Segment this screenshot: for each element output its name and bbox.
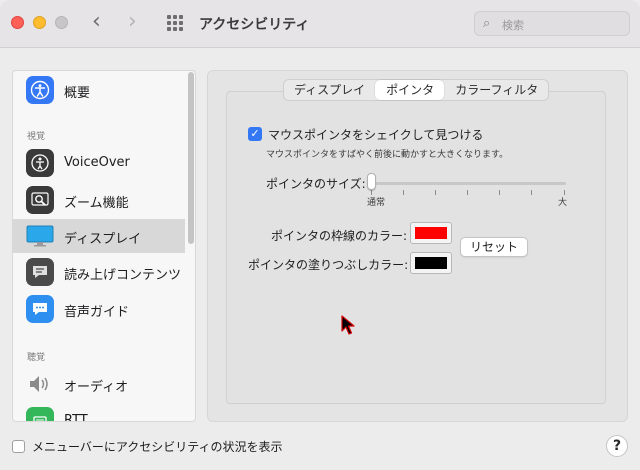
- scrollbar-thumb[interactable]: [188, 72, 194, 244]
- section-header-hearing: 聴覚: [27, 353, 46, 363]
- sidebar-scrollbar[interactable]: [186, 70, 196, 422]
- sidebar-item-audio[interactable]: オーディオ: [13, 367, 185, 401]
- sidebar-item-label: VoiceOver: [64, 155, 130, 170]
- fill-color-label: ポインタの塗りつぶしカラー:: [248, 258, 409, 272]
- slider-tick: [435, 190, 436, 195]
- back-chevron-icon[interactable]: ‹: [92, 11, 101, 33]
- outline-color-label: ポインタの枠線のカラー:: [271, 229, 408, 243]
- tab-pointer[interactable]: ポインタ: [375, 80, 445, 100]
- tab-color-filters[interactable]: カラーフィルタ: [444, 80, 548, 100]
- accessibility-person-icon: [26, 76, 54, 104]
- slider-tick: [531, 190, 532, 195]
- pointer-size-slider-knob[interactable]: [367, 173, 376, 190]
- close-window-button[interactable]: [11, 16, 24, 29]
- sidebar-item-voiceover[interactable]: VoiceOver: [13, 146, 185, 180]
- sidebar-item-display[interactable]: ディスプレイ: [13, 219, 185, 253]
- search-placeholder: 検索: [502, 19, 524, 32]
- sidebar-item-audio-descriptions[interactable]: 音声ガイド: [13, 292, 185, 326]
- search-field[interactable]: ⌕ 検索: [474, 11, 630, 36]
- voiceover-icon: [26, 149, 54, 177]
- slider-max-label: 大: [558, 198, 568, 208]
- sidebar-item-overview[interactable]: 概要: [13, 73, 185, 107]
- section-header-vision: 視覚: [27, 132, 46, 142]
- shake-to-locate-checkbox[interactable]: ✓: [248, 127, 262, 141]
- sidebar-item-label: RTT: [64, 413, 88, 422]
- pointer-size-slider[interactable]: [371, 182, 566, 185]
- tab-bar: ディスプレイ ポインタ カラーフィルタ: [283, 79, 550, 101]
- sidebar-item-label: オーディオ: [64, 380, 129, 395]
- pointer-size-label: ポインタのサイズ:: [266, 177, 366, 191]
- slider-min-label: 通常: [367, 198, 386, 208]
- speech-bubble-icon: [26, 258, 54, 286]
- sidebar-item-spoken-content[interactable]: 読み上げコンテンツ: [13, 255, 185, 289]
- fill-color-well[interactable]: [410, 252, 452, 274]
- shake-to-locate-description: マウスポインタをすばやく前後に動かすと大きくなります。: [266, 150, 509, 160]
- sidebar-item-label: ズーム機能: [64, 196, 129, 211]
- outline-color-fill: [415, 227, 447, 239]
- slider-tick: [499, 190, 500, 195]
- zoom-magnifier-icon: [26, 186, 54, 214]
- sidebar[interactable]: 概要 視覚 VoiceOver ズーム機能 ディスプレイ 読み上げコンテンツ 音…: [12, 70, 196, 422]
- tab-display[interactable]: ディスプレイ: [284, 80, 375, 100]
- zoom-window-button[interactable]: [55, 16, 68, 29]
- slider-tick: [403, 190, 404, 195]
- minimize-window-button[interactable]: [33, 16, 46, 29]
- sidebar-item-label: ディスプレイ: [64, 232, 142, 247]
- sidebar-item-rtt[interactable]: RTT: [13, 404, 185, 422]
- descriptions-bubble-icon: [26, 295, 54, 323]
- shake-to-locate-label: マウスポインタをシェイクして見つける: [268, 128, 484, 142]
- show-in-menubar-checkbox[interactable]: [12, 440, 25, 453]
- show-in-menubar-label: メニューバーにアクセシビリティの状況を表示: [32, 440, 283, 454]
- slider-tick: [467, 190, 468, 195]
- preferences-window: ‹ › アクセシビリティ ⌕ 検索 概要 視覚 VoiceOver ズーム機能 …: [0, 0, 640, 470]
- search-icon: ⌕: [483, 16, 491, 31]
- window-title: アクセシビリティ: [199, 17, 310, 33]
- rtt-phone-icon: [26, 407, 54, 421]
- titlebar: ‹ › アクセシビリティ ⌕ 検索: [0, 0, 640, 48]
- sidebar-item-label: 音声ガイド: [64, 305, 130, 320]
- reset-button[interactable]: リセット: [460, 237, 528, 257]
- fill-color-fill: [415, 257, 447, 269]
- show-all-grid-icon[interactable]: [167, 15, 183, 31]
- sidebar-item-label: 概要: [64, 86, 91, 101]
- forward-chevron-icon[interactable]: ›: [128, 11, 137, 33]
- speaker-icon: [26, 370, 54, 398]
- outline-color-well[interactable]: [410, 222, 452, 244]
- sidebar-item-zoom[interactable]: ズーム機能: [13, 183, 185, 217]
- mouse-pointer-icon: [341, 315, 355, 335]
- sidebar-item-label: 読み上げコンテンツ: [64, 268, 182, 283]
- display-monitor-icon: [26, 222, 54, 250]
- help-button[interactable]: ?: [606, 435, 628, 457]
